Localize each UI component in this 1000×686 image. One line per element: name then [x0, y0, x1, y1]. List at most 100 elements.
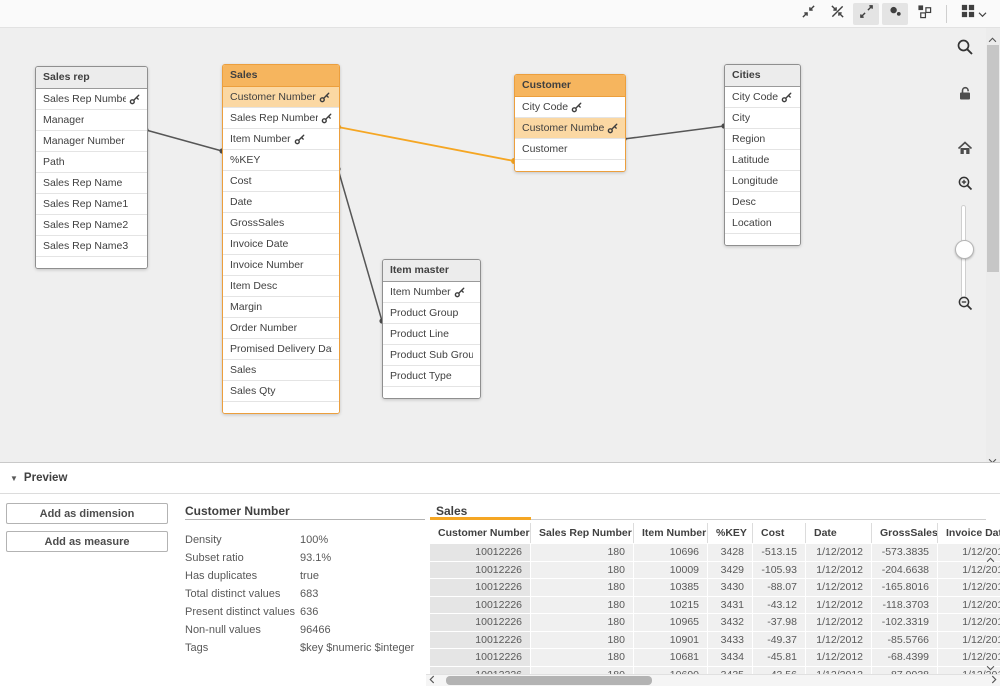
preview-column-header[interactable]: Cost — [753, 523, 806, 543]
table-scroll-up-icon[interactable] — [986, 550, 995, 568]
preview-cell: 1/12/2012 — [806, 597, 872, 614]
view-menu-button[interactable] — [956, 3, 992, 25]
preview-column-header[interactable]: Item Number — [634, 523, 708, 543]
table-title[interactable]: Sales — [223, 65, 339, 87]
field-row[interactable]: City Code — [515, 97, 625, 118]
collapse-icon — [801, 4, 816, 24]
field-row[interactable]: Longitude — [725, 171, 800, 192]
preview-cell: 10012226 — [430, 544, 531, 561]
field-row[interactable]: Sales Rep Number — [36, 89, 147, 110]
preview-column-header[interactable]: Sales Rep Number — [531, 523, 634, 543]
zoom-out-button[interactable] — [955, 296, 975, 316]
field-row[interactable]: Path — [36, 152, 147, 173]
field-row[interactable]: Item Number — [223, 129, 339, 150]
lock-button[interactable] — [955, 85, 975, 105]
key-icon — [571, 102, 582, 113]
search-button[interactable] — [954, 38, 976, 60]
preview-table-row: 10012226180106903435-43.561/12/2012-87.9… — [430, 667, 1000, 675]
field-row[interactable]: Item Number — [383, 282, 480, 303]
field-row[interactable]: City — [725, 108, 800, 129]
preview-column-header[interactable]: GrossSales — [872, 523, 938, 543]
auto-layout-button[interactable] — [911, 3, 937, 25]
preview-cell: 10696 — [634, 544, 708, 561]
zoom-slider-thumb[interactable] — [955, 240, 974, 259]
field-label: Path — [43, 156, 65, 168]
field-row[interactable]: GrossSales — [223, 213, 339, 234]
preview-table-row: 10012226180106813434-45.811/12/2012-68.4… — [430, 649, 1000, 666]
model-table-customer[interactable]: Customer City Code Customer Number Custo… — [514, 74, 626, 172]
field-row[interactable]: Manager Number — [36, 131, 147, 152]
field-row[interactable]: Sales Rep Name1 — [36, 194, 147, 215]
field-row[interactable]: Latitude — [725, 150, 800, 171]
field-row[interactable]: Sales Qty — [223, 381, 339, 402]
internal-view-button[interactable] — [882, 3, 908, 25]
field-row[interactable]: Sales Rep Name — [36, 173, 147, 194]
field-row[interactable]: %KEY — [223, 150, 339, 171]
field-row-selected[interactable]: Customer Number — [515, 118, 625, 139]
collapse-triangle-icon: ▼ — [10, 474, 18, 483]
expand-button[interactable] — [853, 3, 879, 25]
field-label: Product Group — [390, 307, 458, 319]
table-title[interactable]: Item master — [383, 260, 480, 282]
add-as-dimension-button[interactable]: Add as dimension — [6, 503, 168, 524]
field-row[interactable]: Sales Rep Number — [223, 108, 339, 129]
preview-column-header[interactable]: Invoice Date — [938, 523, 1000, 543]
model-table-sales[interactable]: Sales Customer Number Sales Rep Number I… — [222, 64, 340, 414]
field-row[interactable]: Sales Rep Name2 — [36, 215, 147, 236]
field-row[interactable]: Product Group — [383, 303, 480, 324]
preview-grid-header: Customer NumberSales Rep NumberItem Numb… — [430, 523, 1000, 543]
collapse-button[interactable] — [795, 3, 821, 25]
field-row[interactable]: Margin — [223, 297, 339, 318]
field-row[interactable]: Cost — [223, 171, 339, 192]
preview-horizontal-scroll-thumb[interactable] — [446, 676, 652, 685]
grid-layout-icon — [917, 4, 932, 24]
preview-table-row: 10012226180109013433-49.371/12/2012-85.5… — [430, 632, 1000, 649]
preview-cell: 3435 — [708, 667, 753, 675]
collapse-all-button[interactable] — [824, 3, 850, 25]
field-row[interactable]: Product Line — [383, 324, 480, 345]
field-row[interactable]: Order Number — [223, 318, 339, 339]
preview-cell: 1/12/2012 — [938, 579, 1000, 596]
add-as-measure-button[interactable]: Add as measure — [6, 531, 168, 552]
model-table-cities[interactable]: Cities City Code City Region Latitude Lo… — [724, 64, 801, 246]
preview-column-header[interactable]: %KEY — [708, 523, 753, 543]
field-row[interactable]: Sales — [223, 360, 339, 381]
preview-cell: 3428 — [708, 544, 753, 561]
field-label: Item Number — [230, 133, 291, 145]
field-row[interactable]: Date — [223, 192, 339, 213]
preview-column-header[interactable]: Date — [806, 523, 872, 543]
model-table-sales-rep[interactable]: Sales rep Sales Rep Number Manager Manag… — [35, 66, 148, 269]
field-row[interactable]: Product Sub Group — [383, 345, 480, 366]
field-row[interactable]: City Code — [725, 87, 800, 108]
field-row[interactable]: Item Desc — [223, 276, 339, 297]
preview-data-grid: Customer NumberSales Rep NumberItem Numb… — [430, 523, 1000, 674]
field-row[interactable]: Invoice Date — [223, 234, 339, 255]
field-row[interactable]: Promised Delivery Date — [223, 339, 339, 360]
field-row[interactable]: Desc — [725, 192, 800, 213]
field-row[interactable]: Region — [725, 129, 800, 150]
field-preview-divider — [185, 519, 425, 520]
field-row[interactable]: Product Type — [383, 366, 480, 387]
field-row[interactable]: Location — [725, 213, 800, 234]
table-title[interactable]: Cities — [725, 65, 800, 87]
field-label: Region — [732, 133, 765, 145]
canvas-vertical-scroll-thumb[interactable] — [987, 45, 999, 272]
scroll-left-icon[interactable] — [429, 675, 435, 686]
model-canvas[interactable]: Sales rep Sales Rep Number Manager Manag… — [0, 28, 1000, 462]
field-label: GrossSales — [230, 217, 284, 229]
scroll-right-icon[interactable] — [991, 675, 997, 686]
home-button[interactable] — [955, 140, 975, 160]
table-title[interactable]: Sales rep — [36, 67, 147, 89]
field-row[interactable]: Customer — [515, 139, 625, 160]
field-row[interactable]: Manager — [36, 110, 147, 131]
zoom-in-button[interactable] — [955, 176, 975, 196]
field-row[interactable]: Sales Rep Name3 — [36, 236, 147, 257]
table-title[interactable]: Customer — [515, 75, 625, 97]
preview-column-header[interactable]: Customer Number — [430, 523, 531, 543]
preview-header[interactable]: ▼ Preview — [0, 463, 1000, 494]
model-table-item-master[interactable]: Item master Item Number Product Group Pr… — [382, 259, 481, 399]
field-row-selected[interactable]: Customer Number — [223, 87, 339, 108]
field-label: Margin — [230, 301, 262, 313]
field-label: Sales Rep Number — [230, 112, 318, 124]
field-row[interactable]: Invoice Number — [223, 255, 339, 276]
